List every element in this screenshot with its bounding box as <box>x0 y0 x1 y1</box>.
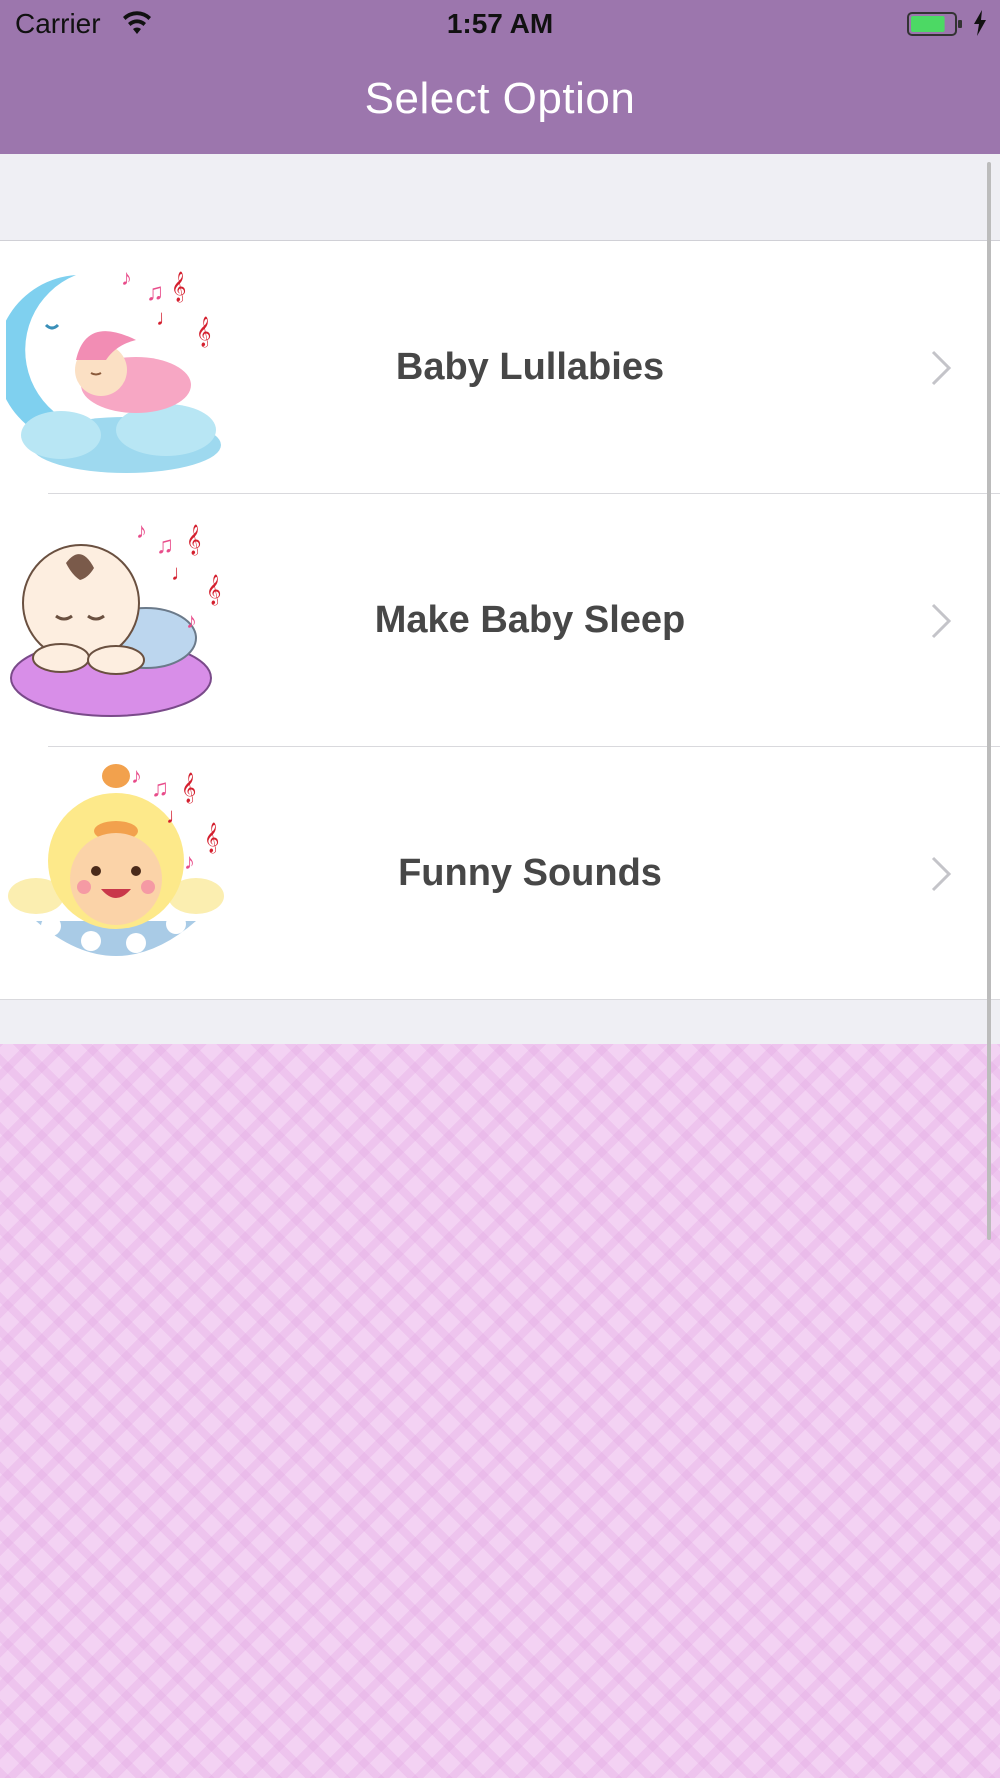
chevron-right-icon <box>931 350 952 386</box>
chevron-right-icon <box>931 856 952 892</box>
svg-text:𝄞: 𝄞 <box>206 574 221 606</box>
svg-text:𝄞: 𝄞 <box>196 316 211 348</box>
svg-text:♪: ♪ <box>131 763 142 788</box>
svg-text:♪: ♪ <box>121 265 132 290</box>
table-header-spacer <box>0 154 1000 241</box>
vertical-scrollbar[interactable] <box>987 162 991 1240</box>
option-label: Funny Sounds <box>398 852 662 894</box>
svg-text:♫: ♫ <box>151 775 169 802</box>
chevron-right-icon <box>931 603 952 639</box>
svg-text:𝄞: 𝄞 <box>186 524 201 556</box>
svg-text:♫: ♫ <box>146 279 164 306</box>
gingham-background <box>0 1044 1000 1778</box>
svg-text:♩: ♩ <box>156 305 178 330</box>
svg-text:♫: ♫ <box>156 532 174 559</box>
option-funny-sounds[interactable]: ♪ ♫ 𝄞 ♩ 𝄞 ♪ Funny Sounds <box>0 747 1000 1000</box>
option-baby-lullabies[interactable]: ♪ ♫ 𝄞 ♩ 𝄞 Baby Lullabies <box>0 241 1000 494</box>
svg-text:♪: ♪ <box>136 518 147 543</box>
battery-icon <box>907 12 962 36</box>
options-list: ♪ ♫ 𝄞 ♩ 𝄞 Baby Lullabies ♪ ♫ 𝄞 ♩ 𝄞 ♪ Mak… <box>0 241 1000 1000</box>
svg-text:♪: ♪ <box>186 608 197 633</box>
option-make-baby-sleep[interactable]: ♪ ♫ 𝄞 ♩ 𝄞 ♪ Make Baby Sleep <box>0 494 1000 747</box>
svg-text:♪: ♪ <box>184 849 195 874</box>
svg-text:♩: ♩ <box>166 803 188 828</box>
table-footer-spacer <box>0 1000 1000 1044</box>
sleeping-baby-on-moon-icon: ♪ ♫ 𝄞 ♩ 𝄞 <box>6 265 221 473</box>
svg-text:𝄞: 𝄞 <box>171 271 186 303</box>
navigation-bar: Carrier 1:57 AM Select Option <box>0 0 1000 154</box>
baby-on-cloud-icon: ♪ ♫ 𝄞 ♩ 𝄞 ♪ <box>10 518 221 717</box>
charging-bolt-icon <box>974 10 986 36</box>
svg-text:♩: ♩ <box>171 560 193 585</box>
svg-text:𝄞: 𝄞 <box>204 822 219 854</box>
status-bar: Carrier 1:57 AM <box>0 0 1000 50</box>
status-time: 1:57 AM <box>446 8 554 39</box>
svg-text:𝄞: 𝄞 <box>181 772 196 804</box>
page-title: Select Option <box>364 74 636 123</box>
chick-baby-in-egg-icon: ♪ ♫ 𝄞 ♩ 𝄞 ♪ <box>8 763 224 956</box>
option-label: Make Baby Sleep <box>374 599 686 641</box>
option-label: Baby Lullabies <box>395 346 665 388</box>
